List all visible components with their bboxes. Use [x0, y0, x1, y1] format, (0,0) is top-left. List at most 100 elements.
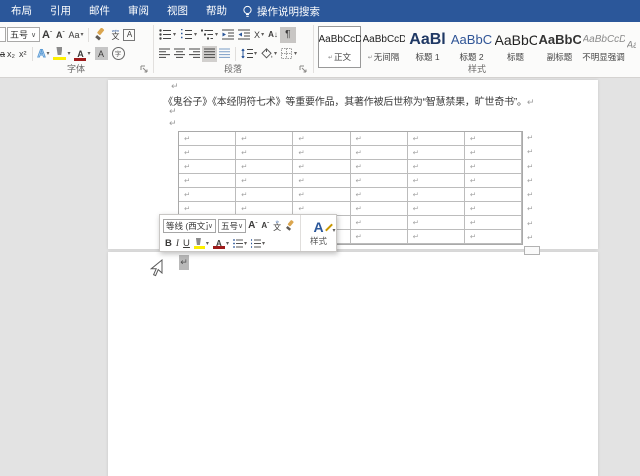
table-cell[interactable]: ↵: [179, 146, 236, 160]
table-cell[interactable]: ↵: [465, 174, 522, 188]
enclose-characters-button[interactable]: 字: [110, 46, 127, 62]
sort-button[interactable]: A↓: [266, 27, 280, 43]
menu-item[interactable]: 引用: [41, 0, 80, 22]
mini-font-name-combo[interactable]: 等线 (西文正文)∨: [163, 219, 216, 233]
table-cell[interactable]: ↵: [351, 146, 408, 160]
font-color-button[interactable]: A▾: [72, 46, 92, 62]
table-cell[interactable]: ↵: [351, 132, 408, 146]
clear-formatting-button[interactable]: [92, 27, 109, 43]
table-cell[interactable]: ↵: [293, 146, 350, 160]
table-cell[interactable]: ↵: [465, 202, 522, 216]
table-cell[interactable]: ↵: [408, 146, 465, 160]
table-cell[interactable]: ↵: [465, 146, 522, 160]
numbering-button[interactable]: ▾: [178, 27, 199, 43]
mini-format-painter-button[interactable]: [283, 218, 298, 233]
mini-font-size-combo[interactable]: 五号∨: [218, 219, 246, 233]
borders-button[interactable]: ▾: [279, 46, 299, 62]
shading-button[interactable]: ▾: [259, 46, 279, 62]
table-cell[interactable]: ↵: [351, 216, 408, 230]
page-2[interactable]: [108, 252, 598, 476]
table-cell[interactable]: ↵: [351, 188, 408, 202]
body-text: 《鬼谷子》《本经阴符七术》等重要作品，其著作被后世称为“智慧禁果，旷世奇书”。: [163, 97, 527, 108]
text-effects-button[interactable]: A▾: [36, 46, 52, 62]
mini-highlight-button[interactable]: ▾: [192, 236, 211, 251]
increase-indent-button[interactable]: [236, 27, 252, 43]
mini-grow-font-button[interactable]: Aˆ: [246, 218, 259, 233]
mini-phonetic-button[interactable]: w̄文: [271, 218, 283, 233]
phonetic-guide-button[interactable]: wén 文: [109, 27, 121, 43]
table-cell[interactable]: ↵: [408, 174, 465, 188]
table-cell[interactable]: ↵: [236, 174, 293, 188]
justify-button[interactable]: [202, 46, 217, 62]
body-paragraph[interactable]: 《鬼谷子》《本经阴符七术》等重要作品，其著作被后世称为“智慧禁果，旷世奇书”。↵: [163, 93, 534, 108]
bullets-button[interactable]: ▾: [157, 27, 178, 43]
menu-item[interactable]: 视图: [158, 0, 197, 22]
table-cell[interactable]: ↵: [293, 160, 350, 174]
mini-italic-button[interactable]: I: [174, 236, 181, 251]
font-dialog-launcher[interactable]: [140, 65, 149, 74]
subscript-button[interactable]: x₂: [5, 46, 17, 62]
mini-bullets-button[interactable]: ▾: [231, 236, 249, 251]
paragraph-dialog-launcher[interactable]: [299, 65, 308, 74]
table-cell[interactable]: ↵: [351, 174, 408, 188]
mini-bold-button[interactable]: B: [163, 236, 174, 251]
mini-styles-button[interactable]: A▾ 样式: [300, 215, 336, 251]
text-highlight-button[interactable]: ▾: [51, 46, 72, 62]
table-cell[interactable]: ↵: [236, 188, 293, 202]
table-cell[interactable]: ↵: [408, 188, 465, 202]
mini-shrink-font-button[interactable]: Aˇ: [259, 218, 271, 233]
superscript-button[interactable]: x²: [17, 46, 29, 62]
table-cell[interactable]: ↵: [351, 160, 408, 174]
menu-item[interactable]: 审阅: [119, 0, 158, 22]
show-hide-marks-button[interactable]: ¶: [280, 27, 296, 43]
font-size-combo[interactable]: 五号∨: [7, 27, 40, 42]
table-cell[interactable]: ↵: [236, 132, 293, 146]
selected-pilcrow[interactable]: ↵: [179, 255, 189, 270]
character-border-button[interactable]: A: [121, 27, 137, 43]
table-cell[interactable]: ↵: [465, 188, 522, 202]
cell-end-mark: ↵: [298, 162, 304, 171]
table-cell[interactable]: ↵: [408, 132, 465, 146]
table-cell[interactable]: ↵: [351, 202, 408, 216]
align-left-button[interactable]: [157, 46, 172, 62]
table-cell[interactable]: ↵: [465, 216, 522, 230]
asian-layout-button[interactable]: X▾: [252, 27, 266, 43]
align-right-button[interactable]: [187, 46, 202, 62]
menu-item[interactable]: 邮件: [80, 0, 119, 22]
table-cell[interactable]: ↵: [408, 230, 465, 244]
multilevel-list-button[interactable]: ▾: [199, 27, 220, 43]
font-name-combo-cut[interactable]: ∨: [0, 27, 6, 42]
character-shading-button[interactable]: A: [93, 46, 110, 62]
table-cell[interactable]: ↵: [179, 174, 236, 188]
table-cell[interactable]: ↵: [293, 188, 350, 202]
shrink-font-button[interactable]: Aˇ: [54, 27, 67, 43]
menu-item[interactable]: 帮助: [197, 0, 236, 22]
table-cell[interactable]: ↵: [179, 188, 236, 202]
table-cell[interactable]: ↵: [236, 146, 293, 160]
mini-font-color-button[interactable]: A▾: [211, 236, 231, 251]
table-cell[interactable]: ↵: [236, 160, 293, 174]
table-cell[interactable]: ↵: [293, 132, 350, 146]
divider: [235, 47, 236, 61]
table-cell[interactable]: ↵: [179, 132, 236, 146]
distribute-button[interactable]: [217, 46, 232, 62]
table-resize-handle[interactable]: [524, 246, 540, 255]
table-cell[interactable]: ↵: [465, 132, 522, 146]
table-cell[interactable]: ↵: [465, 160, 522, 174]
table-cell[interactable]: ↵: [351, 230, 408, 244]
grow-font-button[interactable]: Aˆ: [40, 27, 54, 43]
decrease-indent-button[interactable]: [220, 27, 236, 43]
table-cell[interactable]: ↵: [408, 160, 465, 174]
table-cell[interactable]: ↵: [465, 230, 522, 244]
menu-item[interactable]: 布局: [2, 0, 41, 22]
line-spacing-button[interactable]: ▾: [239, 46, 259, 62]
align-center-button[interactable]: [172, 46, 187, 62]
tell-me[interactable]: 操作说明搜索: [236, 4, 326, 19]
table-cell[interactable]: ↵: [179, 160, 236, 174]
table-cell[interactable]: ↵: [293, 174, 350, 188]
mini-underline-button[interactable]: U: [181, 236, 192, 251]
table-cell[interactable]: ↵: [408, 216, 465, 230]
mini-numbering-button[interactable]: ▾: [249, 236, 267, 251]
change-case-button[interactable]: Aa▾: [66, 27, 85, 43]
table-cell[interactable]: ↵: [408, 202, 465, 216]
